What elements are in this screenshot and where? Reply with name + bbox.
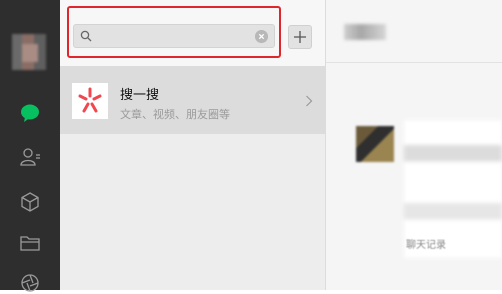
- conversation-list: 搜一搜 文章、视频、朋友圈等: [60, 0, 326, 290]
- result-title: 搜一搜: [120, 88, 160, 103]
- chat-header: [326, 0, 502, 63]
- moments-icon[interactable]: [19, 272, 41, 294]
- contact-avatar[interactable]: [356, 126, 394, 162]
- sidebar-rail: [0, 0, 60, 292]
- contacts-icon[interactable]: [19, 146, 41, 168]
- chat-pane: 聊天记录: [326, 0, 502, 290]
- chevron-right-icon: [306, 95, 313, 107]
- plus-icon: [294, 31, 306, 43]
- result-subtitle: 文章、视频、朋友圈等: [120, 108, 230, 121]
- add-button[interactable]: [288, 25, 312, 49]
- chat-title-blurred: [344, 24, 386, 40]
- chat-icon[interactable]: [19, 102, 41, 124]
- folder-icon[interactable]: [19, 232, 41, 254]
- search-input[interactable]: [98, 27, 252, 47]
- search-icon: [80, 30, 92, 42]
- search-bar: [60, 0, 325, 66]
- avatar[interactable]: [12, 34, 46, 70]
- clear-icon[interactable]: [255, 30, 268, 43]
- search-logo-icon: [72, 83, 108, 119]
- search-field[interactable]: [73, 24, 275, 48]
- chat-record-label: 聊天记录: [406, 240, 446, 251]
- search-result-item[interactable]: 搜一搜 文章、视频、朋友圈等: [60, 66, 325, 134]
- cube-icon[interactable]: [19, 191, 41, 213]
